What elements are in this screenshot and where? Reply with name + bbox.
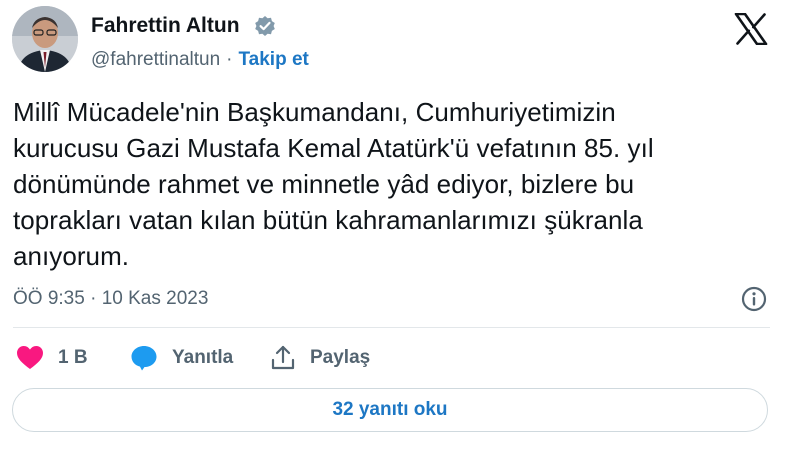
separator-dot: · bbox=[226, 49, 233, 70]
verified-badge-icon bbox=[255, 16, 275, 36]
avatar-image bbox=[12, 6, 78, 72]
share-button[interactable]: Paylaş bbox=[270, 341, 370, 375]
author-name[interactable]: Fahrettin Altun bbox=[91, 14, 240, 38]
tweet-text: Millî Mücadele'nin Başkumandanı, Cumhuri… bbox=[13, 97, 654, 271]
reply-button[interactable]: Yanıtla bbox=[130, 341, 233, 375]
reply-label: Yanıtla bbox=[172, 347, 234, 368]
avatar[interactable] bbox=[12, 6, 78, 72]
follow-button[interactable]: Takip et bbox=[238, 49, 308, 70]
share-label: Paylaş bbox=[310, 347, 371, 368]
like-button[interactable]: 1 B bbox=[16, 341, 88, 375]
info-icon[interactable] bbox=[740, 285, 768, 313]
x-logo-icon[interactable] bbox=[734, 13, 768, 45]
like-count: 1 B bbox=[58, 347, 88, 368]
speech-bubble-icon bbox=[131, 346, 157, 371]
author-handle[interactable]: @fahrettinaltun bbox=[91, 49, 220, 70]
tweet-timestamp[interactable]: ÖÖ 9:35 · 10 Kas 2023 bbox=[13, 288, 208, 310]
share-icon bbox=[271, 345, 295, 370]
read-replies-button[interactable]: 32 yanıtı oku bbox=[12, 388, 768, 432]
heart-icon bbox=[17, 346, 43, 369]
divider bbox=[13, 327, 770, 328]
tweet-card: Fahrettin Altun @fahrettinaltun · Takip et… bbox=[0, 0, 800, 461]
handle-row: @fahrettinaltun · Takip et bbox=[91, 49, 309, 71]
